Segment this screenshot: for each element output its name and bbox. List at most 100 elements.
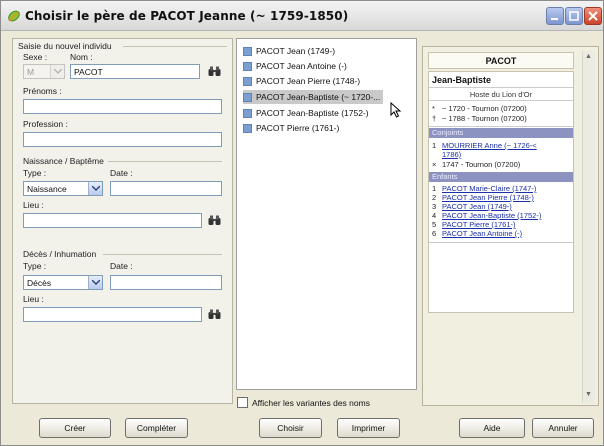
close-icon	[588, 11, 598, 21]
nom-label: Nom :	[70, 52, 93, 62]
candidate-list[interactable]: PACOT Jean (1749-) PACOT Jean Antoine (-…	[236, 38, 417, 390]
sexe-value: M	[27, 67, 35, 77]
list-item-selected[interactable]: PACOT Jean-Baptiste (~ 1720-...	[243, 90, 384, 104]
details-occupation: Hoste du Lion d'Or	[469, 90, 533, 99]
deces-lieu-input[interactable]	[23, 307, 202, 322]
details-surname: PACOT	[428, 52, 574, 69]
profession-label: Profession :	[23, 119, 68, 129]
annuler-button[interactable]: Annuler	[532, 418, 594, 438]
birth-value: ~ 1720 - Tournon (07200)	[442, 104, 527, 113]
child-number: 1	[432, 184, 437, 193]
child-number: 6	[432, 229, 437, 238]
chevron-down-icon	[50, 65, 64, 78]
chevron-down-icon	[88, 182, 102, 195]
new-individual-panel: Saisie du nouvel individu Sexe : Nom : M…	[12, 38, 233, 404]
spouse-link-continued[interactable]: 1786)	[442, 150, 461, 159]
list-item[interactable]: PACOT Jean-Baptiste (1752-)	[243, 106, 369, 120]
binoculars-icon[interactable]	[208, 309, 221, 320]
death-cross-icon: †	[432, 114, 437, 123]
nom-input[interactable]: PACOT	[70, 64, 200, 79]
divider	[429, 87, 573, 88]
minimize-icon	[551, 18, 558, 20]
window-title: Choisir le père de PACOT Jeanne (~ 1759-…	[25, 9, 349, 23]
scroll-down-icon[interactable]: ▼	[585, 391, 592, 398]
divider	[429, 126, 573, 127]
birth-star-icon: *	[432, 104, 435, 113]
aide-button[interactable]: Aide	[459, 418, 525, 438]
child-row: 4 PACOT Jean-Baptiste (1752-)	[432, 211, 541, 220]
deces-date-label: Date :	[110, 261, 133, 271]
child-link[interactable]: PACOT Jean (1749-)	[442, 202, 512, 211]
child-number: 3	[432, 202, 437, 211]
list-item[interactable]: PACOT Pierre (1761-)	[243, 121, 339, 135]
close-button[interactable]	[584, 7, 602, 25]
child-row: 1 PACOT Marie-Claire (1747-)	[432, 184, 536, 193]
death-value: ~ 1788 - Tournon (07200)	[442, 114, 527, 123]
list-item-label: PACOT Jean (1749-)	[256, 46, 336, 56]
child-link[interactable]: PACOT Pierre (1761-)	[442, 220, 516, 229]
variants-checkbox[interactable]: Afficher les variantes des noms	[237, 397, 370, 408]
child-number: 4	[432, 211, 437, 220]
children-section-header: Enfants	[429, 172, 573, 182]
spouse-row: 1 MOURRIER Anne (~ 1726-<	[432, 141, 537, 150]
spouse-link[interactable]: MOURRIER Anne (~ 1726-<	[442, 141, 537, 150]
naissance-lieu-label: Lieu :	[23, 200, 44, 210]
creer-button[interactable]: Créer	[39, 418, 111, 438]
checkbox-box[interactable]	[237, 397, 248, 408]
prenoms-input[interactable]	[23, 99, 222, 114]
details-card: Jean-Baptiste Hoste du Lion d'Or * ~ 1720…	[428, 71, 574, 313]
marriage-row: × 1747 - Tournon (07200)	[432, 160, 520, 169]
birth-row: * ~ 1720 - Tournon (07200)	[432, 104, 527, 113]
completer-button[interactable]: Compléter	[125, 418, 188, 438]
spouses-section-header: Conjoints	[429, 128, 573, 138]
details-scrollbar[interactable]: ▲ ▼	[582, 51, 595, 403]
list-item-label: PACOT Pierre (1761-)	[256, 123, 340, 133]
deces-type-label: Type :	[23, 261, 47, 271]
maximize-button[interactable]	[565, 7, 583, 25]
profession-input[interactable]	[23, 132, 222, 147]
binoculars-icon[interactable]	[208, 66, 221, 77]
child-link[interactable]: PACOT Jean-Baptiste (1752-)	[442, 211, 541, 220]
prenoms-label: Prénoms :	[23, 86, 62, 96]
chevron-down-icon	[88, 276, 102, 289]
naissance-type-select[interactable]: Naissance	[23, 181, 103, 196]
list-item[interactable]: PACOT Jean (1749-)	[243, 44, 335, 58]
divider	[429, 242, 573, 243]
person-icon	[243, 46, 252, 56]
deces-lieu-label: Lieu :	[23, 294, 44, 304]
imprimer-button[interactable]: Imprimer	[337, 418, 400, 438]
spouse-number: 1	[432, 141, 437, 150]
person-icon	[243, 61, 252, 71]
naissance-lieu-input[interactable]	[23, 213, 202, 228]
deces-date-input[interactable]	[110, 275, 222, 290]
title-bar[interactable]: Choisir le père de PACOT Jeanne (~ 1759-…	[1, 1, 603, 31]
list-item[interactable]: PACOT Jean Pierre (1748-)	[243, 74, 360, 88]
person-icon	[243, 92, 252, 102]
naissance-date-input[interactable]	[110, 181, 222, 196]
list-item-label: PACOT Jean-Baptiste (1752-)	[256, 108, 369, 118]
child-link[interactable]: PACOT Marie-Claire (1747-)	[442, 184, 536, 193]
group-title-new-individual: Saisie du nouvel individu	[18, 41, 112, 51]
minimize-button[interactable]	[546, 7, 564, 25]
list-item-label: PACOT Jean Antoine (-)	[256, 61, 347, 71]
group-divider	[123, 46, 227, 47]
list-item-label: PACOT Jean-Baptiste (~ 1720-...	[256, 92, 381, 102]
sexe-select[interactable]: M	[23, 64, 65, 79]
scroll-up-icon[interactable]: ▲	[585, 53, 592, 60]
child-row: 6 PACOT Jean Antoine (-)	[432, 229, 522, 238]
marriage-icon: ×	[432, 160, 437, 169]
naissance-date-label: Date :	[110, 168, 133, 178]
deces-type-select[interactable]: Décès	[23, 275, 103, 290]
death-row: † ~ 1788 - Tournon (07200)	[432, 114, 527, 123]
list-item-label: PACOT Jean Pierre (1748-)	[256, 76, 361, 86]
divider	[429, 100, 573, 101]
mouse-cursor-icon	[390, 102, 402, 118]
child-link[interactable]: PACOT Jean Antoine (-)	[442, 229, 522, 238]
list-item[interactable]: PACOT Jean Antoine (-)	[243, 59, 347, 73]
choisir-button[interactable]: Choisir	[259, 418, 322, 438]
child-link[interactable]: PACOT Jean Pierre (1748-)	[442, 193, 534, 202]
child-row: 2 PACOT Jean Pierre (1748-)	[432, 193, 534, 202]
marriage-value: 1747 - Tournon (07200)	[442, 160, 521, 169]
naissance-group-title: Naissance / Baptême	[23, 156, 104, 166]
binoculars-icon[interactable]	[208, 215, 221, 226]
